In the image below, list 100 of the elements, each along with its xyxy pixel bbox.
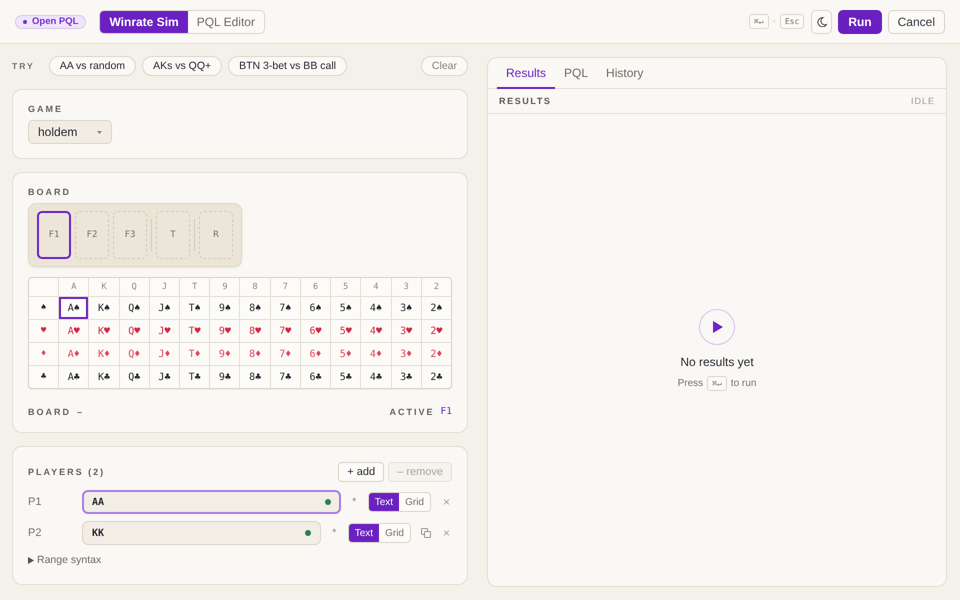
card-cell[interactable]: 2♣ bbox=[422, 366, 451, 388]
card-cell[interactable]: 7♠ bbox=[270, 297, 300, 319]
card-cell[interactable]: T♥ bbox=[180, 320, 210, 342]
suit-label: ♦ bbox=[29, 343, 58, 365]
card-cell[interactable]: 6♠ bbox=[300, 297, 330, 319]
caret-icon bbox=[28, 556, 34, 564]
board-slot[interactable]: F2 bbox=[75, 211, 109, 259]
copy-icon[interactable] bbox=[421, 528, 431, 538]
card-cell[interactable]: K♠ bbox=[89, 297, 119, 319]
card-cell[interactable]: 9♠ bbox=[210, 297, 240, 319]
card-cell[interactable]: A♣ bbox=[59, 366, 88, 388]
column-header: 9 bbox=[210, 278, 240, 296]
column-header: J bbox=[150, 278, 180, 296]
card-cell[interactable]: Q♣ bbox=[120, 366, 149, 388]
card-cell[interactable]: 2♥ bbox=[422, 320, 451, 342]
card-cell[interactable]: Q♦ bbox=[120, 343, 149, 365]
card-cell[interactable]: 4♦ bbox=[361, 343, 391, 365]
game-select[interactable]: holdem bbox=[28, 120, 112, 144]
card-cell[interactable]: 9♦ bbox=[210, 343, 240, 365]
suit-label: ♠ bbox=[29, 297, 58, 319]
column-header: K bbox=[89, 278, 119, 296]
input-mode-tab[interactable]: Text bbox=[348, 524, 380, 542]
card-cell[interactable]: Q♠ bbox=[120, 297, 149, 319]
card-cell[interactable]: 7♦ bbox=[270, 343, 300, 365]
card-cell[interactable]: K♣ bbox=[89, 366, 119, 388]
card-cell[interactable]: 2♦ bbox=[422, 343, 451, 365]
mode-tab[interactable]: Winrate Sim bbox=[100, 10, 188, 32]
card-cell[interactable]: 8♥ bbox=[240, 320, 270, 342]
shortcut-key: Esc bbox=[780, 14, 804, 29]
card-cell[interactable]: 5♥ bbox=[331, 320, 360, 342]
card-cell[interactable]: 6♣ bbox=[300, 366, 330, 388]
card-cell[interactable]: 8♣ bbox=[240, 366, 270, 388]
card-cell[interactable]: 4♣ bbox=[361, 366, 391, 388]
card-cell[interactable]: A♠ bbox=[59, 297, 88, 319]
theme-toggle-button[interactable] bbox=[811, 10, 832, 34]
example-chip[interactable]: AKs vs QQ+ bbox=[142, 56, 222, 76]
card-cell[interactable]: 3♠ bbox=[392, 297, 421, 319]
corner-cell bbox=[29, 278, 58, 296]
card-cell[interactable]: T♠ bbox=[180, 297, 210, 319]
results-tab[interactable]: Results bbox=[497, 58, 556, 89]
board-slot[interactable]: R bbox=[199, 211, 233, 259]
column-header: 2 bbox=[422, 278, 451, 296]
card-cell[interactable]: Q♥ bbox=[120, 320, 149, 342]
column-header: 4 bbox=[361, 278, 391, 296]
card-cell[interactable]: T♦ bbox=[180, 343, 210, 365]
card-cell[interactable]: 8♠ bbox=[240, 297, 270, 319]
card-cell[interactable]: 8♦ bbox=[240, 343, 270, 365]
cancel-button[interactable]: Cancel bbox=[888, 10, 945, 34]
input-mode-tab[interactable]: Grid bbox=[399, 493, 430, 511]
board-slot[interactable]: T bbox=[156, 211, 190, 259]
play-icon[interactable] bbox=[699, 309, 735, 345]
board-slot[interactable]: F1 bbox=[37, 211, 71, 259]
card-cell[interactable]: 5♣ bbox=[331, 366, 360, 388]
open-button[interactable]: Open PQL bbox=[15, 14, 86, 28]
range-syntax-toggle[interactable]: Range syntax bbox=[28, 554, 102, 566]
card-cell[interactable]: T♣ bbox=[180, 366, 210, 388]
run-button[interactable]: Run bbox=[838, 10, 882, 34]
input-mode-tab[interactable]: Grid bbox=[379, 524, 410, 542]
card-cell[interactable]: 2♠ bbox=[422, 297, 451, 319]
mode-tab[interactable]: PQL Editor bbox=[188, 10, 264, 32]
card-cell[interactable]: 4♠ bbox=[361, 297, 391, 319]
card-cell[interactable]: A♥ bbox=[59, 320, 88, 342]
column-header: 8 bbox=[240, 278, 270, 296]
card-cell[interactable]: 3♦ bbox=[392, 343, 421, 365]
card-cell[interactable]: J♣ bbox=[150, 366, 180, 388]
input-mode-tab[interactable]: Text bbox=[368, 493, 400, 511]
card-cell[interactable]: 7♣ bbox=[270, 366, 300, 388]
card-cell[interactable]: 6♦ bbox=[300, 343, 330, 365]
card-cell[interactable]: 3♥ bbox=[392, 320, 421, 342]
range-input[interactable]: KK bbox=[82, 521, 321, 545]
board-summary-label: BOARD bbox=[28, 406, 71, 416]
try-label: TRY bbox=[12, 61, 35, 71]
asterisk-button[interactable]: * bbox=[350, 496, 358, 508]
card-cell[interactable]: 4♥ bbox=[361, 320, 391, 342]
asterisk-button[interactable]: * bbox=[330, 527, 338, 539]
suit-label: ♥ bbox=[29, 320, 58, 342]
board-slot[interactable]: F3 bbox=[113, 211, 147, 259]
hint-text: to run bbox=[730, 378, 756, 389]
results-tab[interactable]: History bbox=[597, 58, 652, 89]
card-cell[interactable]: 5♦ bbox=[331, 343, 360, 365]
results-tab[interactable]: PQL bbox=[555, 58, 598, 89]
card-cell[interactable]: 9♣ bbox=[210, 366, 240, 388]
card-cell[interactable]: 7♥ bbox=[270, 320, 300, 342]
clear-button[interactable]: Clear bbox=[420, 56, 468, 76]
range-input[interactable]: AA bbox=[82, 490, 341, 514]
card-cell[interactable]: J♥ bbox=[150, 320, 180, 342]
card-cell[interactable]: K♦ bbox=[89, 343, 119, 365]
empty-title: No results yet bbox=[680, 355, 754, 369]
card-cell[interactable]: J♠ bbox=[150, 297, 180, 319]
card-cell[interactable]: K♥ bbox=[89, 320, 119, 342]
card-cell[interactable]: 9♥ bbox=[210, 320, 240, 342]
example-chip[interactable]: BTN 3-bet vs BB call bbox=[228, 56, 347, 76]
example-chip[interactable]: AA vs random bbox=[48, 56, 136, 76]
card-cell[interactable]: 3♣ bbox=[392, 366, 421, 388]
add-player-button[interactable]: + add bbox=[338, 462, 384, 482]
card-cell[interactable]: 5♠ bbox=[331, 297, 360, 319]
section-label: RESULTS bbox=[499, 96, 552, 106]
card-cell[interactable]: 6♥ bbox=[300, 320, 330, 342]
card-cell[interactable]: A♦ bbox=[59, 343, 88, 365]
card-cell[interactable]: J♦ bbox=[150, 343, 180, 365]
